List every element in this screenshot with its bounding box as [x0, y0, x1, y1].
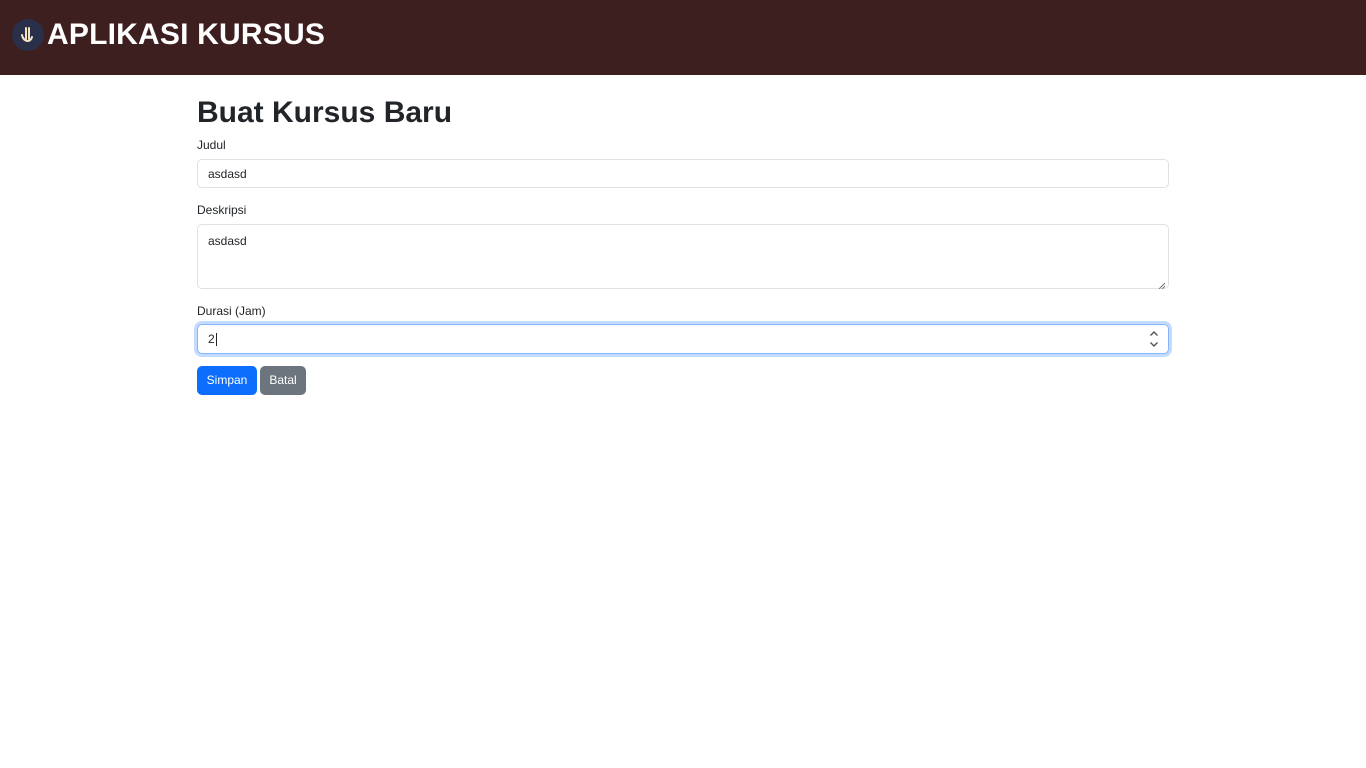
save-button[interactable]: Simpan [197, 366, 257, 395]
number-spinner[interactable] [1148, 330, 1160, 348]
judul-input[interactable] [197, 159, 1169, 188]
brand-title: APLIKASI KURSUS [47, 18, 326, 51]
judul-label: Judul [197, 138, 226, 152]
deskripsi-textarea[interactable]: asdasd [197, 224, 1169, 289]
navbar: APLIKASI KURSUS [0, 0, 1366, 75]
brand-link[interactable]: APLIKASI KURSUS [12, 16, 325, 54]
hand-logo-icon [12, 19, 44, 51]
spin-down-icon[interactable] [1149, 341, 1159, 348]
durasi-value: 2 [208, 332, 215, 346]
deskripsi-label: Deskripsi [197, 203, 247, 217]
resize-grip-icon[interactable] [1158, 282, 1165, 289]
durasi-label: Durasi (Jam) [197, 304, 266, 318]
page-title: Buat Kursus Baru [197, 96, 453, 129]
durasi-number-input[interactable]: 2 [197, 324, 1169, 354]
cancel-button[interactable]: Batal [260, 366, 306, 395]
spin-up-icon[interactable] [1149, 330, 1159, 337]
text-caret [215, 332, 217, 346]
